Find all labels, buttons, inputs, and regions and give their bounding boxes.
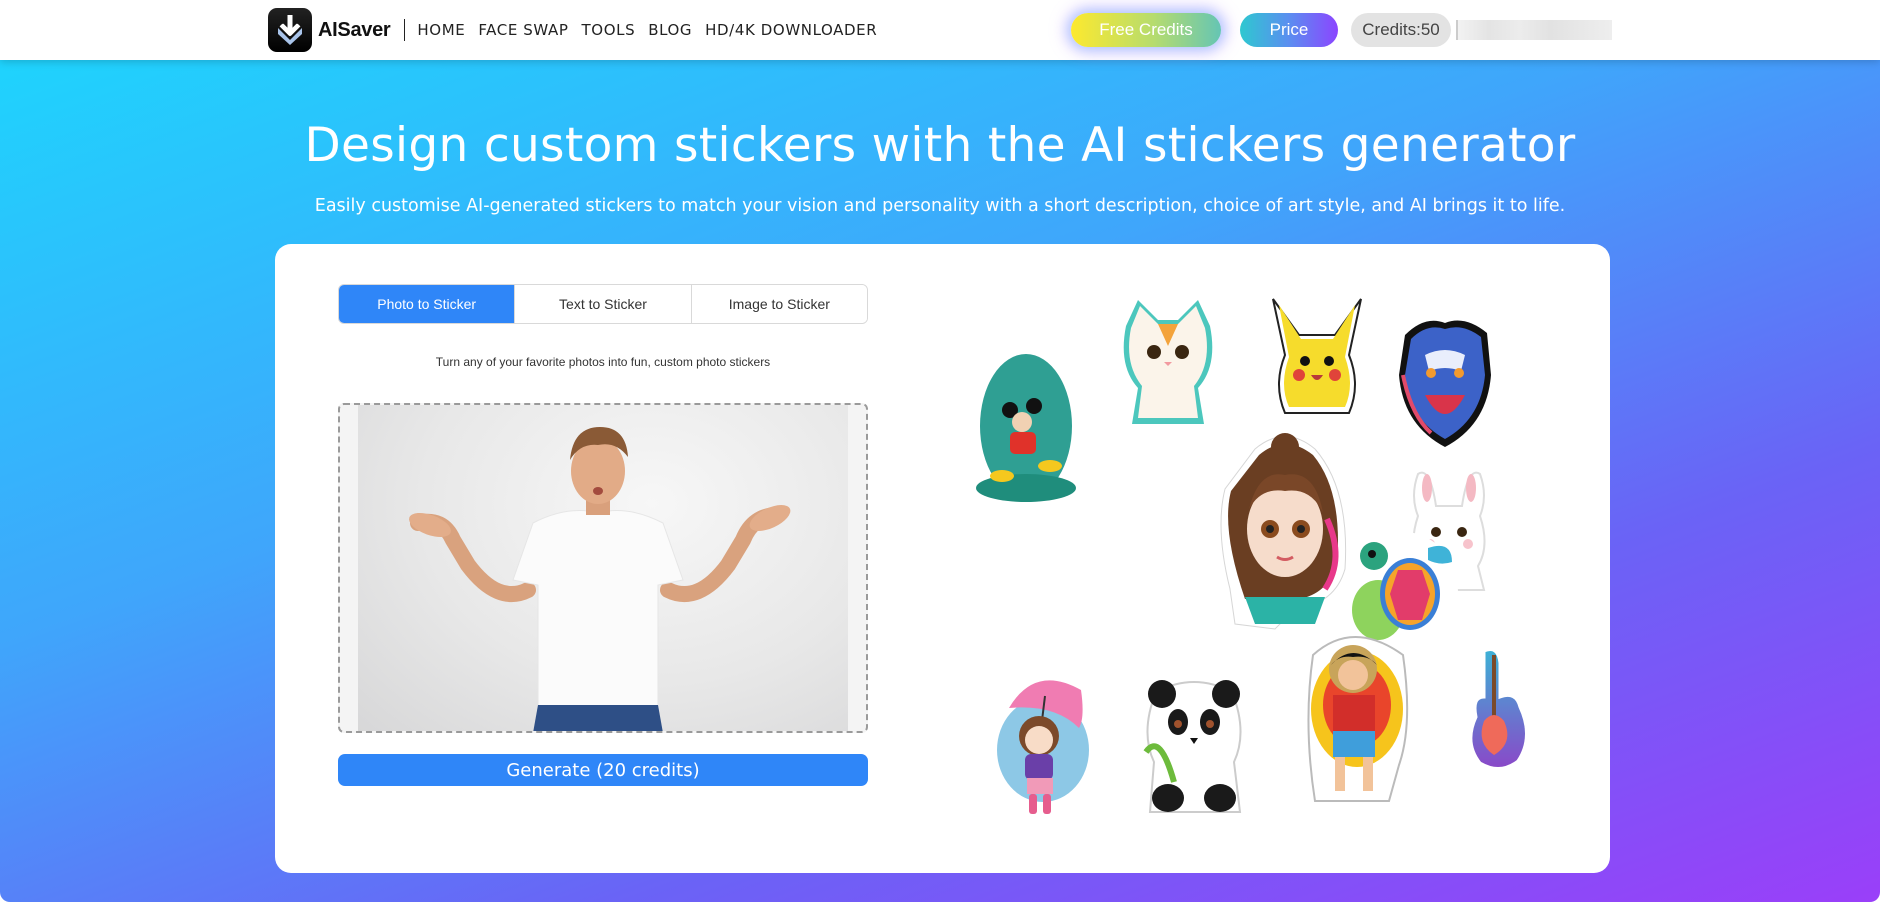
sticker-generator-card: Photo to Sticker Text to Sticker Image t… [275,244,1610,873]
angry-dog-sticker [1399,320,1491,447]
main-nav: HOME FACE SWAP TOOLS BLOG HD/4K DOWNLOAD… [417,21,877,39]
guitar-sticker [1469,648,1528,770]
page-subtitle: Easily customise AI-generated stickers t… [314,196,1566,216]
top-navbar: AISaver HOME FACE SWAP TOOLS BLOG HD/4K … [0,0,1880,60]
page-title: Design custom stickers with the AI stick… [304,118,1576,173]
sticker-showcase [275,244,1610,873]
nav-hd-4k-downloader[interactable]: HD/4K DOWNLOADER [705,21,877,39]
download-arrow-icon [268,8,312,52]
kitten-sticker [1123,300,1213,424]
nav-home[interactable]: HOME [417,21,465,39]
nav-tools[interactable]: TOOLS [582,21,636,39]
pirate-boy-sticker [1307,636,1409,802]
girl-portrait-sticker [1220,433,1347,630]
brand-name: AISaver [318,18,391,41]
nav-blog[interactable]: BLOG [648,21,692,39]
brand-logo[interactable]: AISaver HOME FACE SWAP TOOLS BLOG HD/4K … [268,8,877,52]
account-info-redacted[interactable] [1456,20,1612,40]
umbrella-girl-sticker [997,680,1089,814]
nav-face-swap[interactable]: FACE SWAP [478,21,568,39]
mouse-forest-sticker [974,350,1078,506]
divider [404,19,406,41]
yellow-electric-creature-sticker [1272,298,1362,414]
price-button[interactable]: Price [1240,13,1338,47]
panda-sticker [1143,680,1242,813]
free-credits-button[interactable]: Free Credits [1071,13,1221,47]
credits-balance: Credits:50 [1351,13,1451,47]
